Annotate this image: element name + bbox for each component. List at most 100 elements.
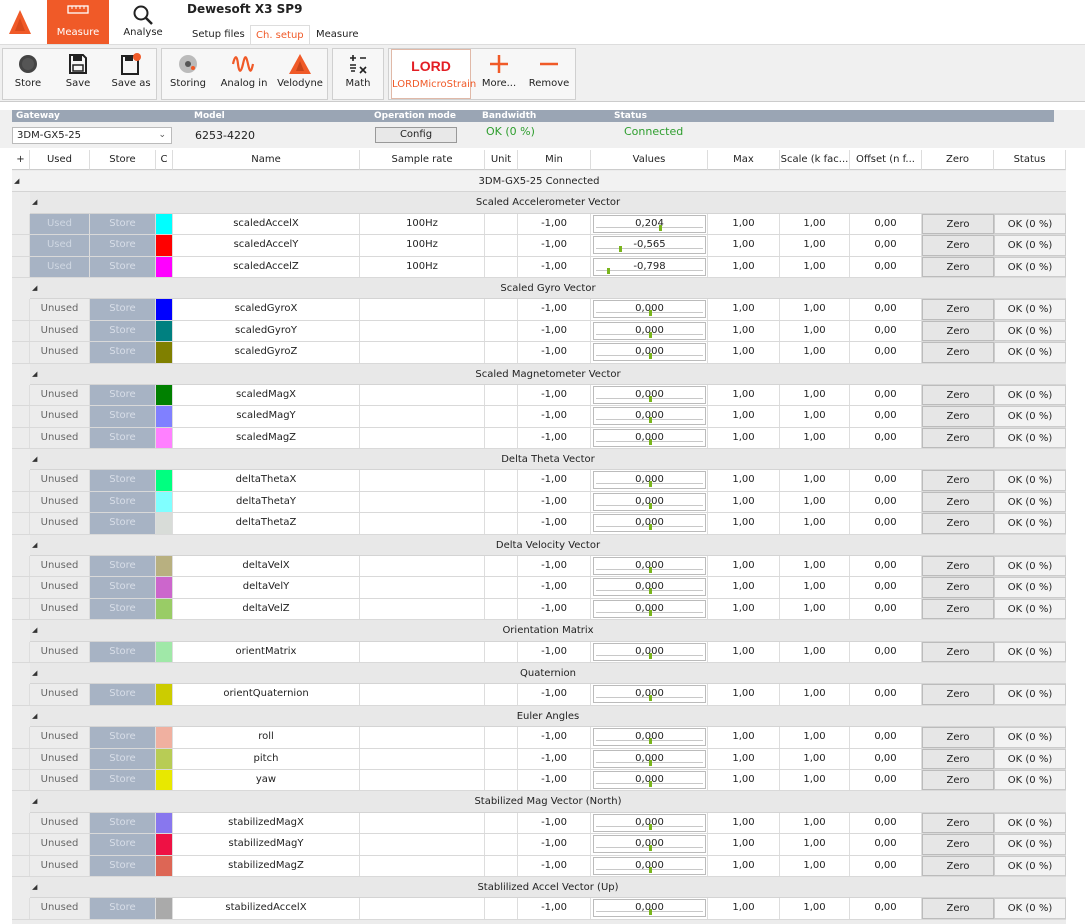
color-swatch[interactable]: [156, 577, 173, 598]
offset-value[interactable]: 0,00: [850, 834, 922, 855]
min-value[interactable]: -1,00: [518, 342, 591, 363]
max-value[interactable]: 1,00: [708, 577, 780, 598]
channel-group-header[interactable]: ◢ Euler Angles: [30, 705, 1066, 728]
channel-name[interactable]: orientMatrix: [173, 641, 360, 662]
max-value[interactable]: 1,00: [708, 235, 780, 256]
sample-rate[interactable]: [360, 834, 485, 855]
min-value[interactable]: -1,00: [518, 470, 591, 491]
unit[interactable]: [485, 556, 518, 577]
channel-name[interactable]: stabilizedMagZ: [173, 855, 360, 876]
color-swatch[interactable]: [156, 855, 173, 876]
channel-row[interactable]: Unused Store scaledMagX -1,00 0,000 1,00 1,00 0…: [12, 384, 1066, 407]
storing-button[interactable]: Storing: [168, 49, 208, 99]
sample-rate[interactable]: [360, 684, 485, 705]
channel-name[interactable]: scaledMagX: [173, 384, 360, 406]
max-value[interactable]: 1,00: [708, 855, 780, 876]
sample-rate[interactable]: [360, 748, 485, 769]
subtab-ch-setup[interactable]: Ch. setup: [250, 25, 310, 44]
offset-value[interactable]: 0,00: [850, 684, 922, 705]
used-toggle[interactable]: Used: [30, 213, 90, 235]
channel-group-header[interactable]: ◢ Stabilized Mag Vector (North): [30, 791, 1066, 813]
color-swatch[interactable]: [156, 213, 173, 235]
unit[interactable]: [485, 235, 518, 256]
analog-in-button[interactable]: Analog in: [218, 49, 270, 99]
unit[interactable]: [485, 406, 518, 427]
offset-value[interactable]: 0,00: [850, 320, 922, 342]
channel-name[interactable]: scaledAccelZ: [173, 256, 360, 277]
used-toggle[interactable]: Unused: [30, 470, 90, 491]
channel-name[interactable]: scaledGyroY: [173, 320, 360, 342]
zero-button[interactable]: Zero: [922, 598, 994, 620]
unit[interactable]: [485, 855, 518, 876]
scale-value[interactable]: 1,00: [780, 235, 850, 256]
offset-value[interactable]: 0,00: [850, 256, 922, 277]
subtab-setup-files[interactable]: Setup files: [187, 25, 250, 44]
sample-rate[interactable]: [360, 470, 485, 491]
subtab-measure[interactable]: Measure: [311, 25, 364, 44]
channel-row[interactable]: Unused Store scaledMagZ -1,00 0,000 1,00 1,00 0…: [12, 427, 1066, 450]
max-value[interactable]: 1,00: [708, 598, 780, 620]
store-button[interactable]: Store: [5, 49, 51, 99]
store-toggle[interactable]: Store: [90, 834, 156, 855]
color-swatch[interactable]: [156, 406, 173, 427]
zero-button[interactable]: Zero: [922, 684, 994, 705]
unit[interactable]: [485, 384, 518, 406]
scale-value[interactable]: 1,00: [780, 513, 850, 534]
channel-name[interactable]: roll: [173, 727, 360, 748]
used-toggle[interactable]: Unused: [30, 641, 90, 662]
store-toggle[interactable]: Store: [90, 299, 156, 320]
unit[interactable]: [485, 491, 518, 513]
unit[interactable]: [485, 748, 518, 769]
color-swatch[interactable]: [156, 598, 173, 620]
channel-row[interactable]: Unused Store scaledMagY -1,00 0,000 1,00 1,00 0…: [12, 406, 1066, 428]
channel-row[interactable]: Unused Store stabilizedMagX -1,00 0,000 1,00 1…: [12, 812, 1066, 835]
store-toggle[interactable]: Store: [90, 342, 156, 363]
color-swatch[interactable]: [156, 898, 173, 919]
offset-value[interactable]: 0,00: [850, 513, 922, 534]
zero-button[interactable]: Zero: [922, 491, 994, 513]
zero-button[interactable]: Zero: [922, 427, 994, 449]
channel-name[interactable]: deltaVelX: [173, 556, 360, 577]
used-toggle[interactable]: Unused: [30, 427, 90, 449]
channel-group-header[interactable]: ◢ Scaled Gyro Vector: [30, 277, 1066, 300]
velodyne-button[interactable]: Velodyne: [274, 49, 326, 99]
color-swatch[interactable]: [156, 384, 173, 406]
offset-value[interactable]: 0,00: [850, 556, 922, 577]
color-swatch[interactable]: [156, 641, 173, 662]
max-value[interactable]: 1,00: [708, 320, 780, 342]
channel-row[interactable]: Unused Store deltaThetaZ -1,00 0,000 1,00 1,00…: [12, 513, 1066, 535]
channel-name[interactable]: yaw: [173, 769, 360, 791]
collapse-triangle-icon[interactable]: ◢: [32, 278, 37, 299]
channel-row[interactable]: Unused Store stabilizedAccelX -1,00 0,000 1,0…: [12, 898, 1066, 920]
store-toggle[interactable]: Store: [90, 577, 156, 598]
min-value[interactable]: -1,00: [518, 577, 591, 598]
store-toggle[interactable]: Store: [90, 556, 156, 577]
min-value[interactable]: -1,00: [518, 769, 591, 791]
color-swatch[interactable]: [156, 769, 173, 791]
zero-button[interactable]: Zero: [922, 727, 994, 748]
sample-rate[interactable]: [360, 299, 485, 320]
column-header-name[interactable]: Name: [173, 150, 360, 170]
lordmicrostrain-button[interactable]: LORD LORDMicroStrain: [391, 49, 476, 99]
channel-row[interactable]: Unused Store orientQuaternion -1,00 0,000 1,0…: [12, 684, 1066, 706]
scale-value[interactable]: 1,00: [780, 855, 850, 876]
used-toggle[interactable]: Unused: [30, 384, 90, 406]
collapse-triangle-icon[interactable]: ◢: [32, 877, 37, 898]
used-toggle[interactable]: Unused: [30, 898, 90, 919]
column-header-min[interactable]: Min: [518, 150, 591, 170]
store-toggle[interactable]: Store: [90, 598, 156, 620]
sample-rate[interactable]: [360, 491, 485, 513]
scale-value[interactable]: 1,00: [780, 641, 850, 662]
store-toggle[interactable]: Store: [90, 320, 156, 342]
min-value[interactable]: -1,00: [518, 898, 591, 919]
store-toggle[interactable]: Store: [90, 684, 156, 705]
sample-rate[interactable]: [360, 577, 485, 598]
channel-group-header[interactable]: ◢ Delta Velocity Vector: [30, 534, 1066, 557]
min-value[interactable]: -1,00: [518, 812, 591, 834]
scale-value[interactable]: 1,00: [780, 320, 850, 342]
sample-rate[interactable]: [360, 769, 485, 791]
max-value[interactable]: 1,00: [708, 299, 780, 320]
unit[interactable]: [485, 727, 518, 748]
collapse-triangle-icon[interactable]: ◢: [32, 364, 37, 385]
color-swatch[interactable]: [156, 235, 173, 256]
